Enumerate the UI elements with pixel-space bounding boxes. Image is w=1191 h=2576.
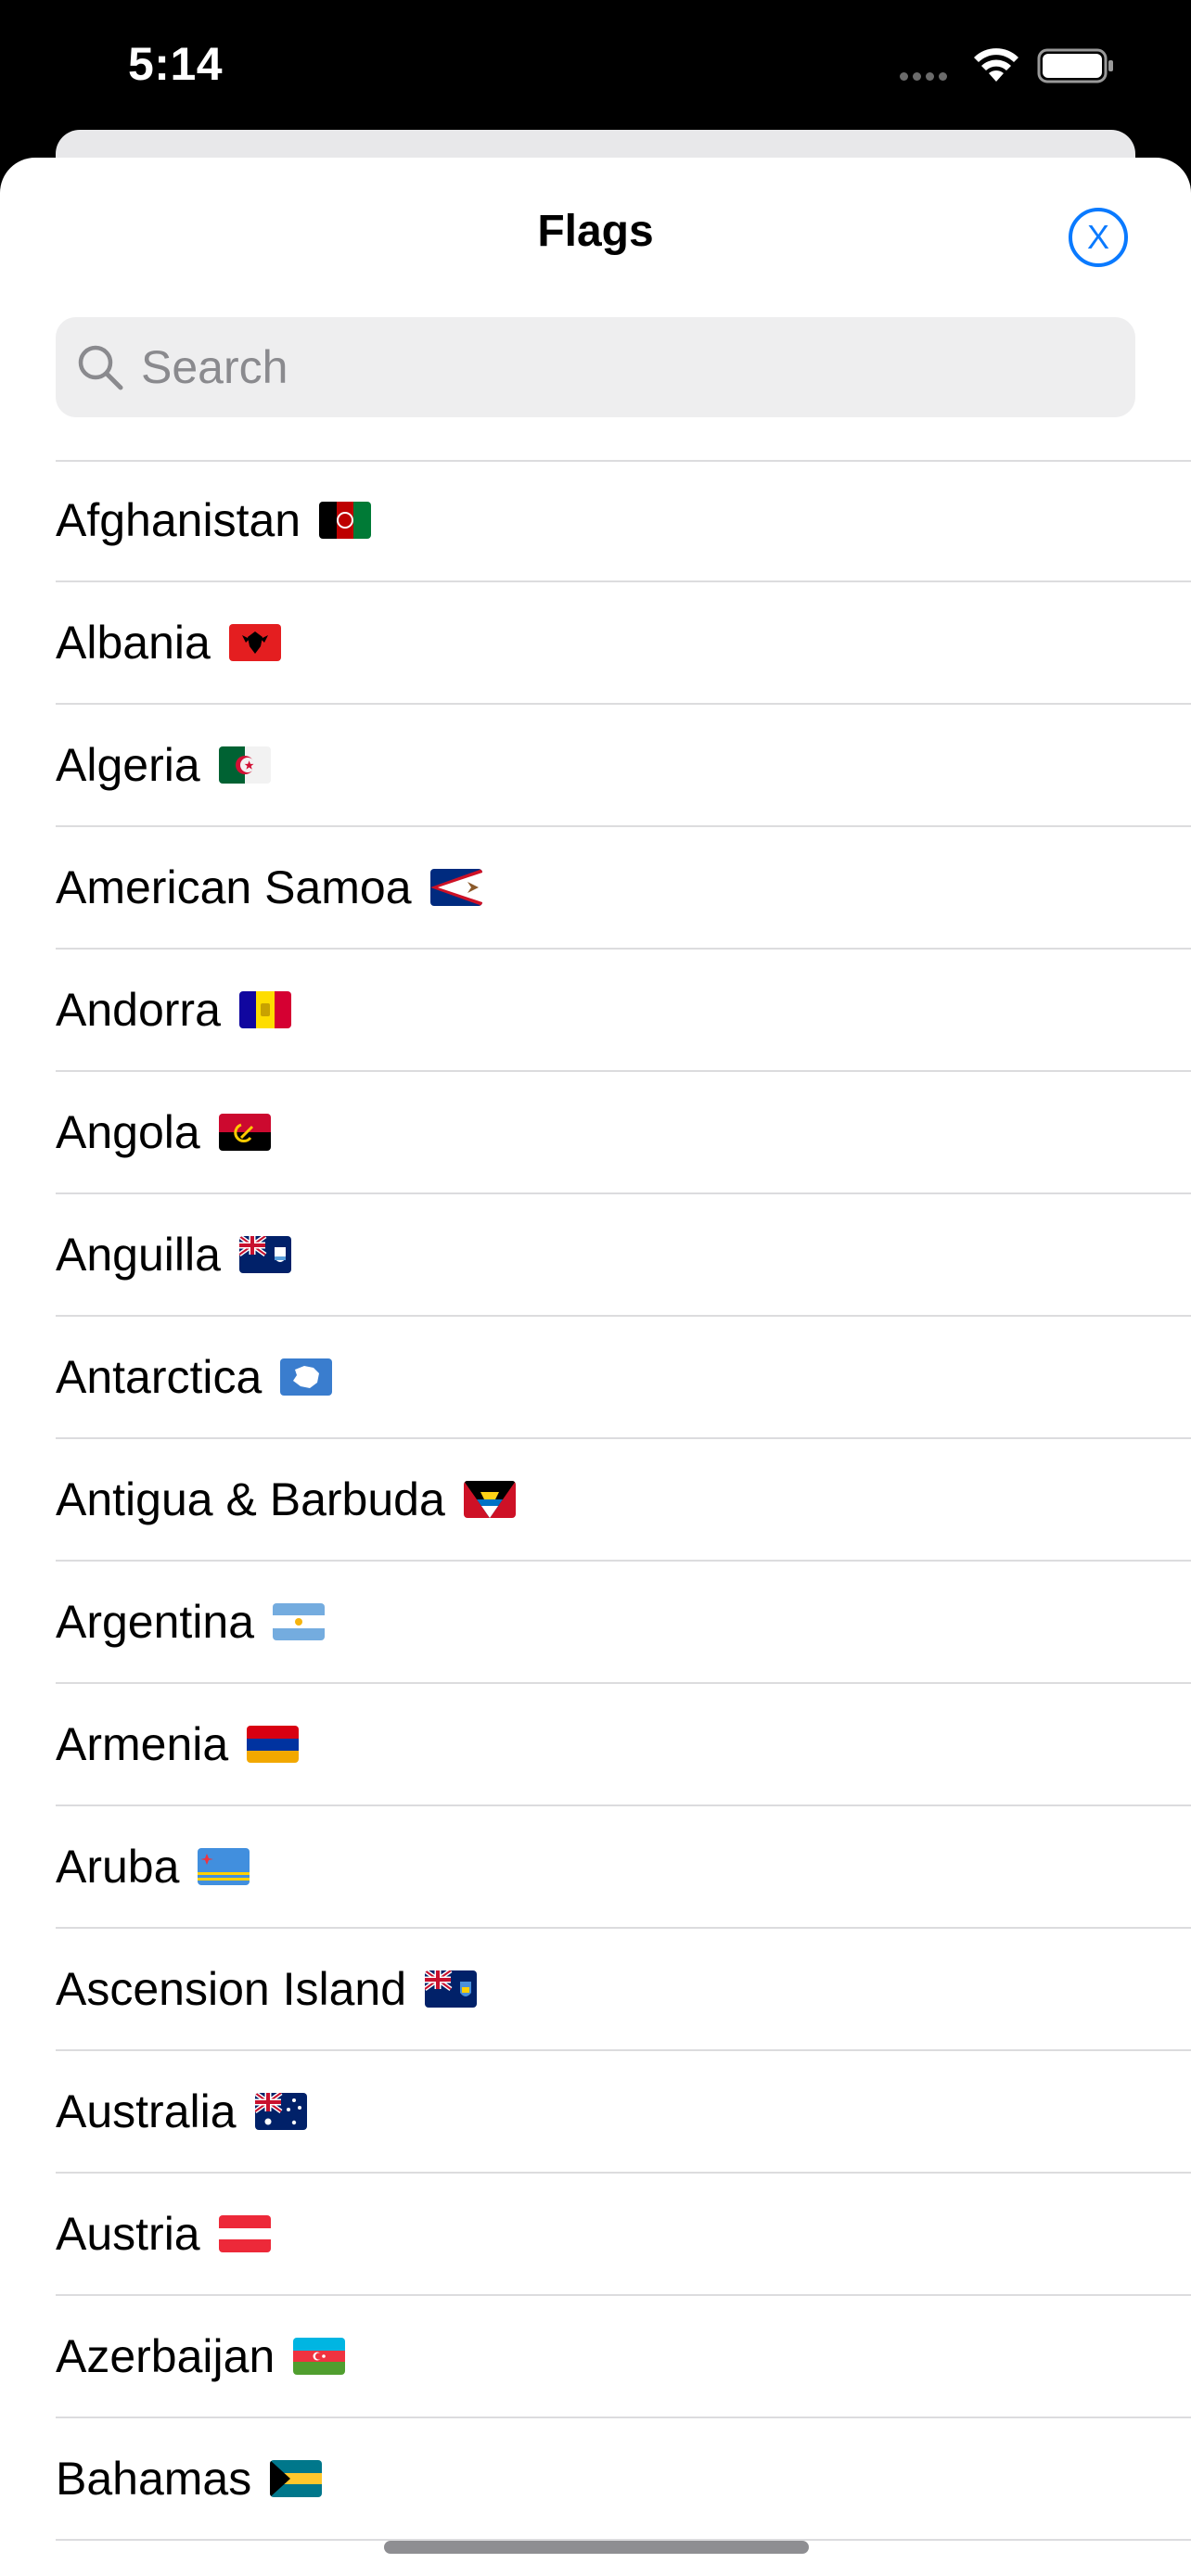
close-icon: X [1086, 218, 1109, 256]
country-name: Ascension Island [56, 1963, 407, 2015]
home-indicator[interactable] [384, 2541, 809, 2554]
ascension-island-flag-icon [425, 1970, 478, 2008]
austria-flag-icon [218, 2215, 271, 2252]
country-name: Armenia [56, 1718, 229, 1770]
country-name: Algeria [56, 739, 200, 791]
cellular-signal-icon [900, 72, 955, 83]
country-name: Albania [56, 617, 211, 669]
albania-flag-icon [228, 624, 281, 661]
list-item-antigua-barbuda[interactable]: Antigua & Barbuda [56, 1439, 1191, 1562]
list-item-algeria[interactable]: Algeria [56, 705, 1191, 827]
list-item-argentina[interactable]: Argentina [56, 1562, 1191, 1684]
country-name: Afghanistan [56, 494, 301, 546]
american-samoa-flag-icon [429, 869, 482, 906]
list-item-ascension-island[interactable]: Ascension Island [56, 1929, 1191, 2051]
list-item-azerbaijan[interactable]: Azerbaijan [56, 2296, 1191, 2418]
wifi-icon [974, 48, 1018, 82]
search-input[interactable] [141, 317, 1106, 417]
country-name: Andorra [56, 984, 221, 1036]
list-item-angola[interactable]: Angola [56, 1072, 1191, 1194]
search-icon [78, 345, 123, 390]
antarctica-flag-icon [280, 1358, 333, 1396]
flags-sheet: Flags X Afghanistan Albania [0, 158, 1191, 2576]
list-item-bahamas[interactable]: Bahamas [56, 2418, 1191, 2541]
list-item-american-samoa[interactable]: American Samoa [56, 827, 1191, 950]
angola-flag-icon [218, 1114, 271, 1151]
country-name: Argentina [56, 1596, 255, 1648]
country-name: Antarctica [56, 1351, 263, 1403]
algeria-flag-icon [218, 746, 271, 784]
country-name: Aruba [56, 1841, 180, 1893]
list-item-anguilla[interactable]: Anguilla [56, 1194, 1191, 1317]
aruba-flag-icon [198, 1848, 250, 1885]
country-name: American Samoa [56, 861, 412, 913]
country-name: Anguilla [56, 1229, 221, 1281]
status-bar: 5:14 [0, 0, 1191, 130]
sheet-title: Flags [537, 207, 654, 256]
battery-icon [1037, 48, 1113, 83]
list-item-australia[interactable]: Australia [56, 2051, 1191, 2174]
search-bar[interactable] [56, 317, 1135, 417]
country-name: Australia [56, 2085, 237, 2137]
armenia-flag-icon [247, 1726, 300, 1763]
azerbaijan-flag-icon [293, 2338, 346, 2375]
country-name: Bahamas [56, 2453, 252, 2505]
country-name: Angola [56, 1106, 200, 1158]
afghanistan-flag-icon [319, 502, 372, 539]
country-name: Azerbaijan [56, 2330, 275, 2382]
list-item-andorra[interactable]: Andorra [56, 950, 1191, 1072]
status-time: 5:14 [128, 38, 224, 90]
list-item-afghanistan[interactable]: Afghanistan [56, 460, 1191, 582]
andorra-flag-icon [238, 991, 291, 1028]
bahamas-flag-icon [270, 2460, 323, 2497]
anguilla-flag-icon [238, 1236, 291, 1273]
close-button[interactable]: X [1069, 208, 1128, 267]
list-item-austria[interactable]: Austria [56, 2174, 1191, 2296]
country-name: Antigua & Barbuda [56, 1473, 445, 1525]
list-item-albania[interactable]: Albania [56, 582, 1191, 705]
australia-flag-icon [254, 2093, 307, 2130]
list-item-aruba[interactable]: Aruba [56, 1806, 1191, 1929]
list-item-antarctica[interactable]: Antarctica [56, 1317, 1191, 1439]
antigua-barbuda-flag-icon [463, 1481, 516, 1518]
country-name: Austria [56, 2208, 200, 2260]
list-item-armenia[interactable]: Armenia [56, 1684, 1191, 1806]
argentina-flag-icon [273, 1603, 326, 1640]
